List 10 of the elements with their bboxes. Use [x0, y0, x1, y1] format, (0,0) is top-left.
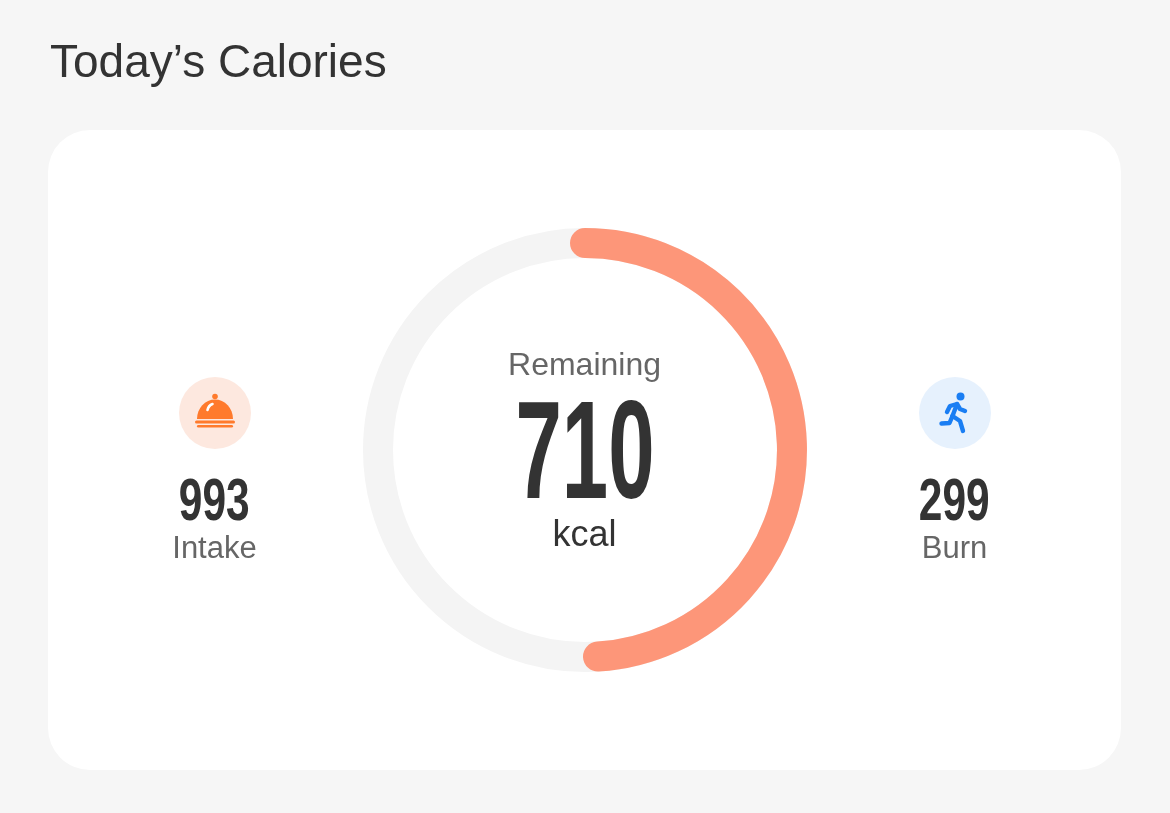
stat-value: 993 [179, 471, 250, 528]
stat-label: Intake [172, 528, 257, 567]
unit-label: kcal [552, 512, 617, 556]
remaining-label: Remaining [508, 345, 661, 384]
remaining-value: 710 [514, 390, 655, 510]
running-person-icon [918, 376, 991, 449]
stat-value: 299 [919, 471, 990, 528]
cloche-icon [178, 376, 251, 449]
page-title: Today’s Calories [50, 34, 387, 89]
stat-label: Burn [921, 528, 988, 567]
